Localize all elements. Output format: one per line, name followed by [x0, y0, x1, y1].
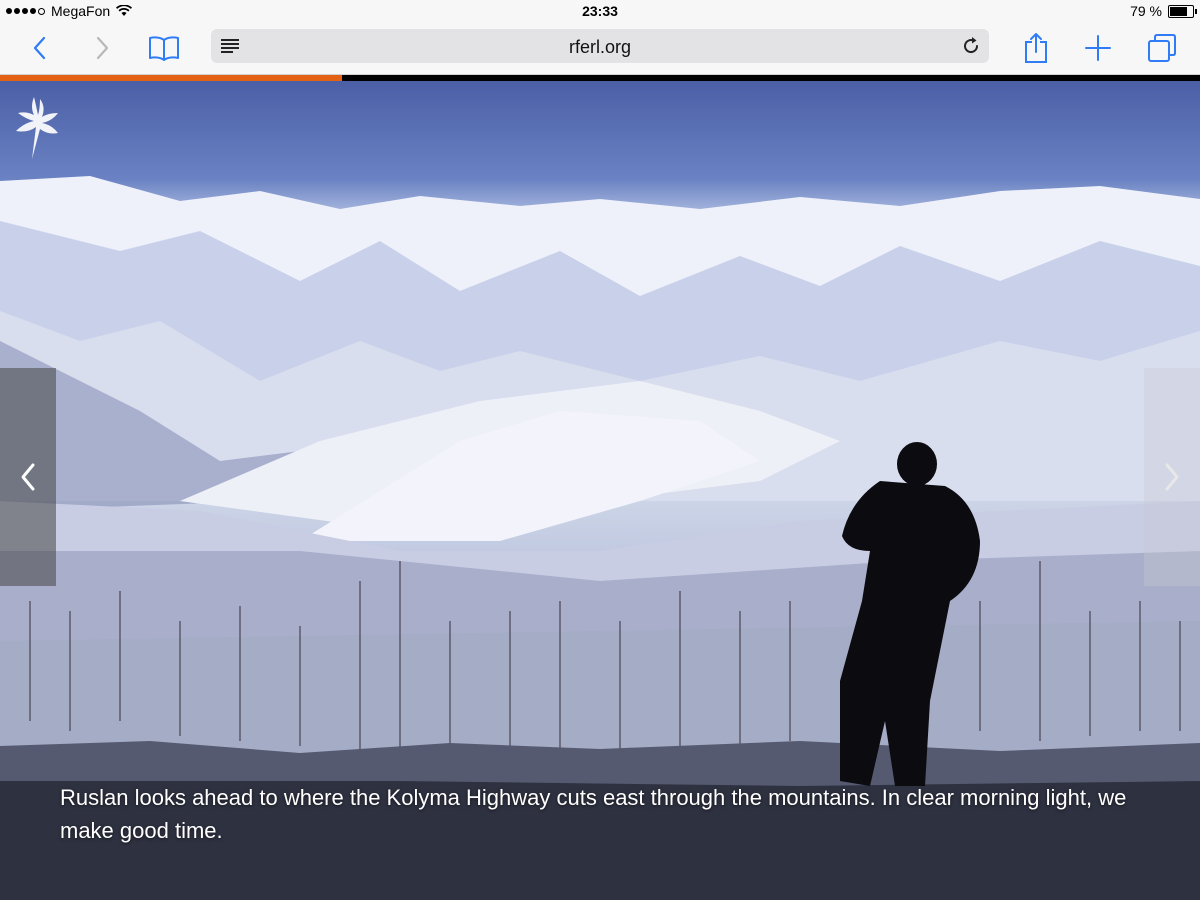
clock: 23:33 [582, 3, 618, 19]
battery-icon [1168, 4, 1197, 18]
mountain-landscape-image [0, 176, 1200, 900]
rferl-torch-logo[interactable] [12, 89, 62, 159]
battery-percent: 79 % [1130, 3, 1162, 19]
gallery-photo: Ruslan looks ahead to where the Kolyma H… [0, 81, 1200, 900]
photo-caption: Ruslan looks ahead to where the Kolyma H… [60, 785, 1127, 843]
address-bar[interactable]: rferl.org [211, 29, 989, 63]
share-icon[interactable] [1018, 30, 1054, 66]
status-right: 79 % [1130, 3, 1197, 19]
chevron-right-icon [1165, 463, 1179, 491]
chevron-right-icon[interactable] [84, 30, 120, 66]
tabs-icon[interactable] [1144, 30, 1180, 66]
gallery-prev-button[interactable] [0, 368, 56, 586]
status-bar: MegaFon 23:33 79 % [0, 0, 1200, 22]
reload-icon[interactable] [961, 36, 981, 56]
chevron-left-icon[interactable] [22, 30, 58, 66]
battery-fill [1170, 6, 1188, 16]
book-icon[interactable] [146, 30, 182, 66]
chevron-left-icon [21, 463, 35, 491]
plus-icon[interactable] [1080, 30, 1116, 66]
browser-toolbar: rferl.org [0, 22, 1200, 75]
gallery-next-button[interactable] [1144, 368, 1200, 586]
url-text: rferl.org [568, 37, 631, 57]
